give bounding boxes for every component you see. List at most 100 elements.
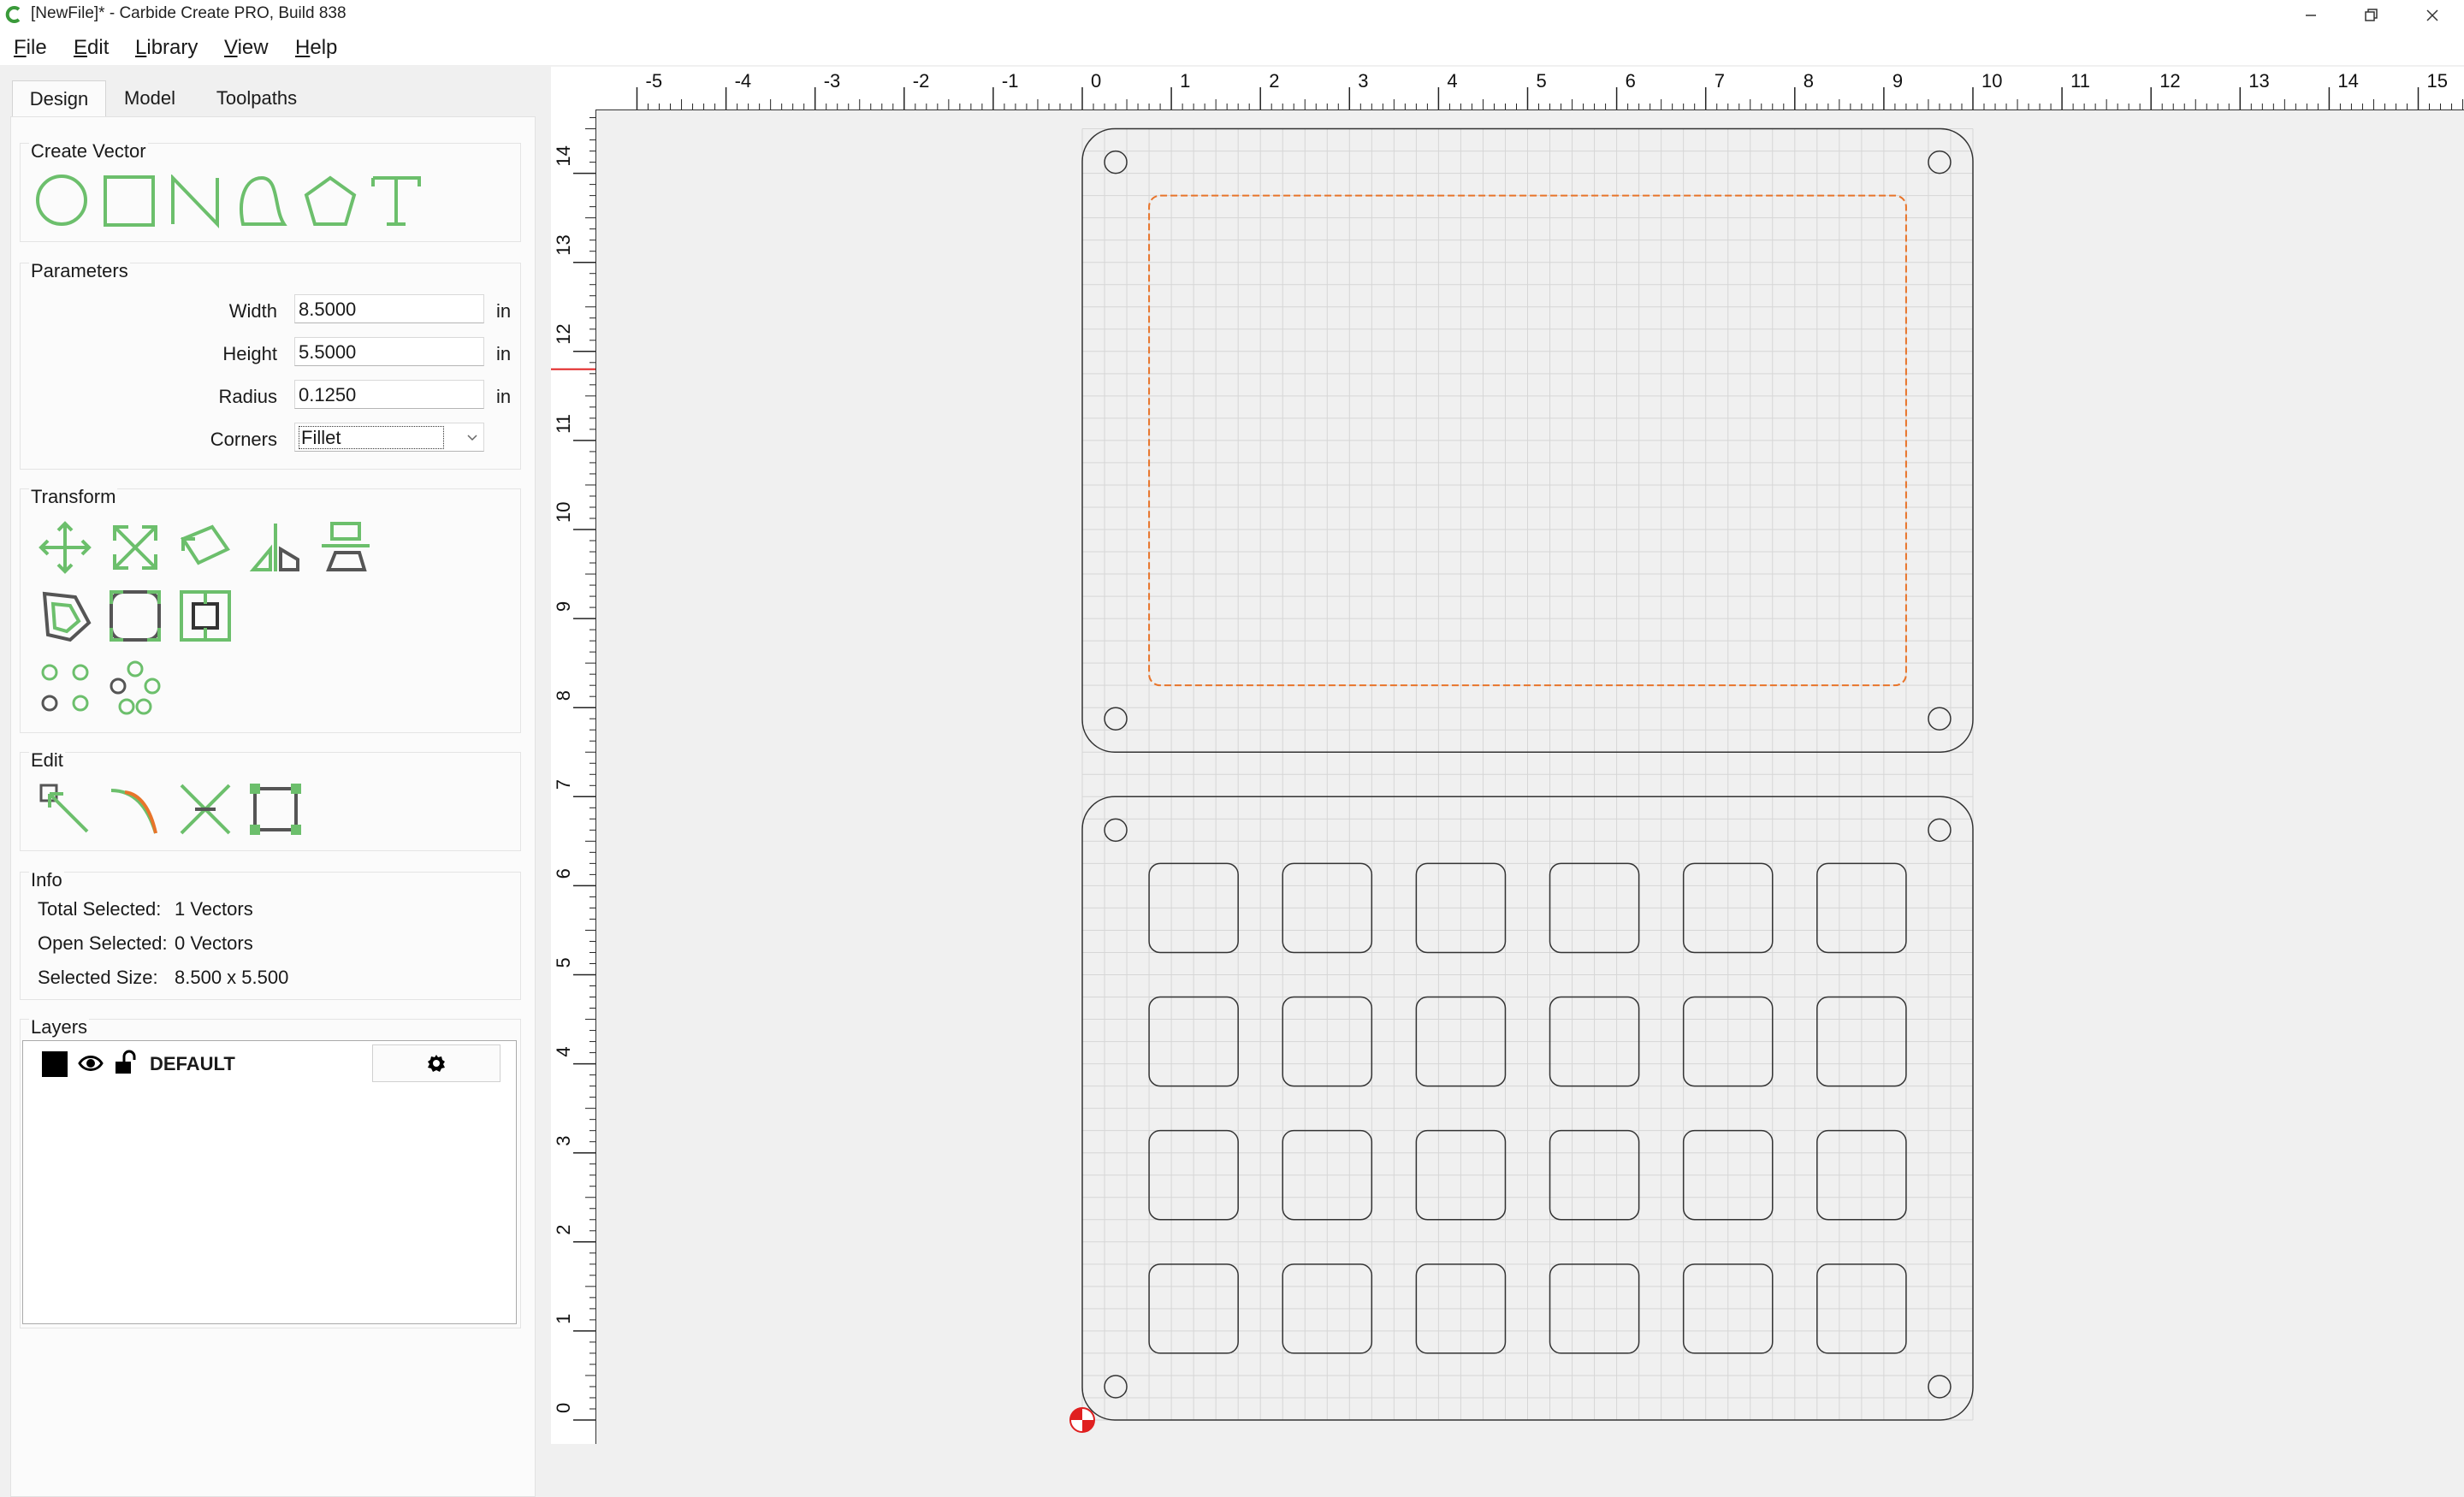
menu-view[interactable]: View [224,36,269,60]
layer-color-swatch[interactable] [42,1051,68,1077]
bounding-box-icon[interactable] [248,782,303,837]
mounting-hole [1928,150,1952,175]
polyline-icon[interactable] [169,175,224,229]
align-icon[interactable] [318,520,373,575]
polygon-icon[interactable] [303,175,358,229]
gear-icon [428,1055,445,1072]
ruler-label: 6 [553,868,574,879]
ruler-label: 7 [553,779,574,790]
menu-help[interactable]: Help [295,36,337,60]
grid-array-icon[interactable] [38,660,92,715]
ruler-label: 8 [1804,70,1814,92]
cut-icon[interactable] [178,782,233,837]
parameters-group: Parameters Width 8.5000 in Height 5.5000… [20,260,521,470]
edit-group: Edit [20,749,521,851]
radius-label: Radius [218,386,277,407]
ruler-label: 11 [553,414,574,434]
create-vector-group: Create Vector [20,140,521,242]
mounting-hole [1104,818,1128,843]
ruler-label: 6 [1626,70,1636,92]
tab-design[interactable]: Design [12,80,106,117]
horizontal-ruler[interactable]: -5 -4 -3 -2 -1 0 1 2 3 4 5 6 7 8 9 10 11 12 13 14 15 [551,67,2464,110]
total-selected-label: Total Selected: [38,898,162,920]
info-title: Info [29,869,64,891]
corners-select[interactable]: Fillet [294,423,484,452]
corners-label: Corners [210,429,277,450]
ruler-label: 5 [1537,70,1547,92]
layer-name: DEFAULT [150,1053,235,1074]
ruler-label: 1 [553,1314,574,1324]
ruler-label: -2 [913,70,930,92]
mounting-hole [1104,150,1128,175]
ruler-label: 12 [553,323,574,344]
mounting-hole [1928,818,1952,843]
circular-array-icon[interactable] [108,660,163,715]
ruler-label: 1 [1180,70,1190,92]
ruler-label: 13 [553,234,574,255]
menu-library[interactable]: Library [135,36,198,60]
fillet-icon[interactable] [108,589,163,643]
ruler-label: -4 [735,70,752,92]
eye-icon[interactable] [78,1053,104,1074]
selected-size-value: 8.500 x 5.500 [175,967,289,988]
vertical-ruler[interactable]: 14131211109876543210 [551,109,596,1444]
boolean-icon[interactable] [178,589,233,643]
trim-icon[interactable] [108,782,163,837]
design-canvas-area: -5 -4 -3 -2 -1 0 1 2 3 4 5 6 7 8 9 10 11 12 13 14 15 14 13 12 1… [551,67,2464,1478]
ruler-label: 14 [2337,70,2358,92]
circle-icon[interactable] [36,175,91,229]
ruler-label: 3 [553,1135,574,1145]
open-selected-label: Open Selected: [38,932,168,954]
menu-edit[interactable]: Edit [74,36,109,60]
stock-grid [1081,128,1974,1421]
ruler-label: 10 [553,502,574,523]
ruler-label: 14 [553,145,574,166]
height-label: Height [222,343,277,364]
ruler-label: 13 [2248,70,2269,92]
ruler-label: 4 [1447,70,1457,92]
unlock-icon[interactable] [114,1050,138,1075]
mounting-hole [1104,707,1128,731]
ruler-label: 4 [553,1046,574,1056]
node-edit-icon[interactable] [38,782,92,837]
height-unit: in [496,343,512,364]
ruler-label: 10 [1981,70,2002,92]
layer-settings-button[interactable] [372,1044,500,1082]
menu-file[interactable]: File [14,36,47,60]
mounting-hole [1104,1375,1128,1399]
text-icon[interactable] [370,175,424,229]
ruler-label: 8 [553,690,574,701]
transform-title: Transform [29,486,118,508]
layer-row-default[interactable]: DEFAULT [23,1041,516,1087]
ruler-label: 0 [553,1403,574,1413]
info-selected-size: Selected Size: 8.500 x 5.500 [38,967,288,989]
info-group: Info Total Selected: 1 Vectors Open Sele… [20,869,521,1000]
rotate-icon[interactable] [178,520,233,575]
mounting-hole [1928,1375,1952,1399]
rectangle-icon[interactable] [103,175,157,229]
move-icon[interactable] [38,520,92,575]
radius-unit: in [496,386,512,407]
ruler-label: 5 [553,957,574,967]
transform-group: Transform [20,486,521,733]
left-panel: Design Model Toolpaths Create Vector Par… [0,65,541,1497]
chevron-down-icon [467,435,477,441]
tab-toolpaths[interactable]: Toolpaths [197,80,317,116]
design-canvas[interactable] [595,109,2464,1444]
width-label: Width [228,300,277,322]
ruler-label: 12 [2159,70,2180,92]
width-input[interactable]: 8.5000 [294,294,484,323]
parameters-title: Parameters [29,260,130,282]
window-title: [NewFile]* - Carbide Create PRO, Build 8… [31,4,346,22]
close-button[interactable] [2396,0,2464,31]
curve-icon[interactable] [236,175,291,229]
mirror-icon[interactable] [248,520,303,575]
origin-marker [1069,1407,1095,1433]
close-icon [2426,9,2438,21]
scale-icon[interactable] [108,520,163,575]
offset-icon[interactable] [38,589,92,643]
tab-model[interactable]: Model [111,80,188,116]
origin-marker-quadrant [1082,1420,1094,1432]
radius-input[interactable]: 0.1250 [294,380,484,409]
height-input[interactable]: 5.5000 [294,337,484,366]
